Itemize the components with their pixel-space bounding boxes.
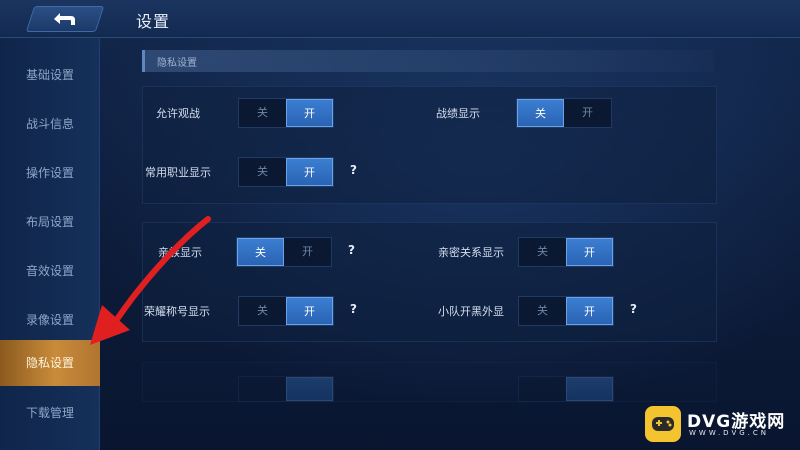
settings-panel-bottom [142, 362, 717, 402]
setting-common-role: 常用职业显示 关 开 ? [145, 157, 375, 187]
red-arrow-annotation-icon [90, 216, 211, 345]
toggle-on-option[interactable] [566, 377, 613, 401]
toggle-off-option[interactable]: 关 [239, 99, 286, 127]
top-bar: 设置 [0, 0, 800, 38]
section-header: 隐私设置 [142, 50, 714, 72]
setting-label: 亲密关系显示 [438, 246, 504, 259]
toggle-squad-display[interactable]: 关 开 [518, 296, 614, 326]
section-title: 隐私设置 [157, 58, 197, 69]
back-arrow-icon [54, 13, 75, 25]
toggle-off-option[interactable]: 关 [239, 158, 286, 186]
setting-allow-spectate: 允许观战 关 开 [156, 98, 396, 128]
toggle-on-option[interactable]: 开 [286, 297, 333, 325]
toggle-partial-left[interactable] [238, 376, 334, 402]
setting-intimacy-display: 亲密关系显示 关 开 [438, 237, 678, 267]
setting-label: 小队开黑外显 [438, 305, 504, 318]
help-icon[interactable]: ? [348, 243, 355, 257]
toggle-record-display[interactable]: 关 开 [516, 98, 612, 128]
watermark-url: WWW.DVG.CN [689, 429, 770, 437]
toggle-on-option[interactable]: 开 [286, 158, 333, 186]
toggle-on-option[interactable] [286, 377, 333, 401]
sidebar-item-controls[interactable]: 操作设置 [0, 150, 100, 196]
gamepad-logo-icon [645, 406, 681, 442]
toggle-on-option[interactable]: 开 [566, 238, 613, 266]
toggle-common-role[interactable]: 关 开 [238, 157, 334, 187]
watermark: DVG游戏网 WWW.DVG.CN [645, 404, 795, 446]
sidebar-item-basic[interactable]: 基础设置 [0, 52, 100, 98]
toggle-off-option[interactable]: 关 [519, 238, 566, 266]
toggle-off-option[interactable]: 关 [237, 238, 284, 266]
help-icon[interactable]: ? [350, 163, 357, 177]
help-icon[interactable]: ? [630, 302, 637, 316]
toggle-honor-title[interactable]: 关 开 [238, 296, 334, 326]
toggle-off-option[interactable] [519, 377, 566, 405]
toggle-on-option[interactable]: 开 [564, 99, 611, 127]
toggle-on-option[interactable]: 开 [566, 297, 613, 325]
setting-squad-display: 小队开黑外显 关 开 ? [438, 296, 658, 326]
page-title: 设置 [136, 12, 171, 31]
toggle-allow-spectate[interactable]: 关 开 [238, 98, 334, 128]
toggle-on-option[interactable]: 开 [284, 238, 331, 266]
toggle-off-option[interactable] [239, 377, 286, 405]
setting-label: 常用职业显示 [145, 166, 211, 179]
setting-label: 战绩显示 [436, 107, 480, 120]
toggle-clan-display[interactable]: 关 开 [236, 237, 332, 267]
toggle-off-option[interactable]: 关 [519, 297, 566, 325]
toggle-on-option[interactable]: 开 [286, 99, 333, 127]
setting-label: 允许观战 [156, 107, 200, 120]
toggle-intimacy-display[interactable]: 关 开 [518, 237, 614, 267]
sidebar-item-downloads[interactable]: 下载管理 [0, 390, 100, 436]
help-icon[interactable]: ? [350, 302, 357, 316]
toggle-partial-right[interactable] [518, 376, 614, 402]
back-button[interactable] [25, 6, 105, 32]
setting-record-display: 战绩显示 关 开 [436, 98, 676, 128]
toggle-off-option[interactable]: 关 [517, 99, 564, 127]
sidebar-item-battle-info[interactable]: 战斗信息 [0, 101, 100, 147]
toggle-off-option[interactable]: 关 [239, 297, 286, 325]
